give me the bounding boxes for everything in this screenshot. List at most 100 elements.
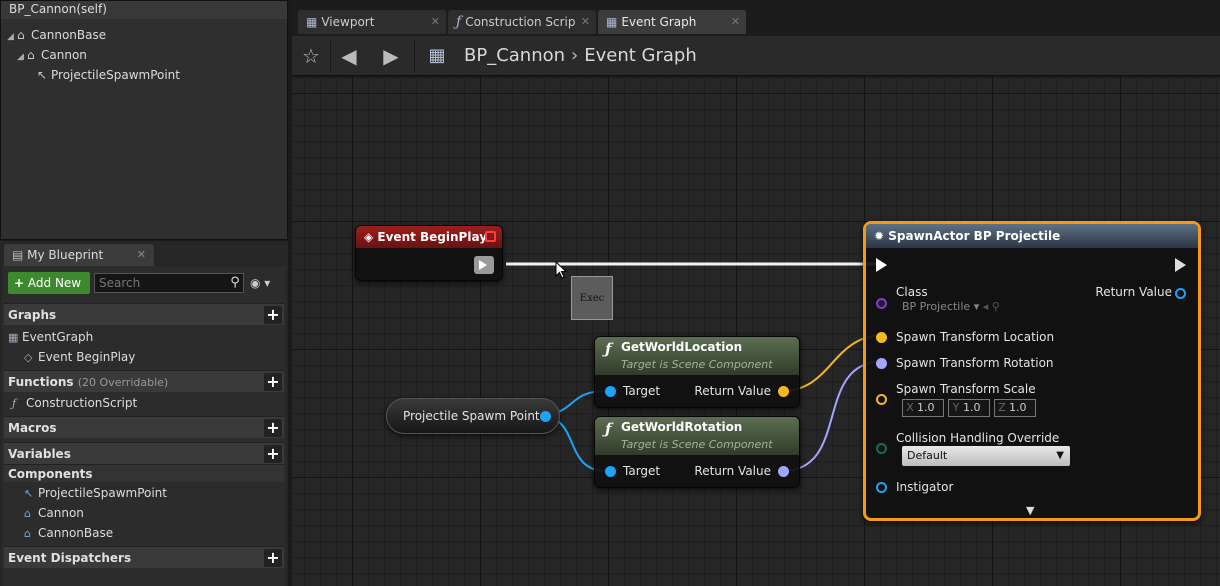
tree-item-cannonbase[interactable]: ◢ ⌂ CannonBase — [7, 25, 106, 45]
expand-advanced-icon[interactable]: ▼ — [1026, 504, 1034, 517]
tree-item-cannon[interactable]: ◢ ⌂ Cannon — [17, 45, 87, 65]
static-mesh-icon: ⌂ — [27, 48, 35, 62]
exec-out-pin[interactable] — [1175, 258, 1186, 272]
node-header[interactable]: ◈ Event BeginPlay — [356, 226, 502, 248]
section-components[interactable]: Components — [4, 464, 284, 482]
node-variable-projectile-spawm-point[interactable]: Projectile Spawm Point — [386, 398, 560, 434]
section-label: Macros — [8, 421, 57, 435]
return-value-pin[interactable] — [1175, 288, 1186, 299]
return-value-pin[interactable] — [778, 386, 789, 397]
variable-label: Projectile Spawm Point — [403, 409, 540, 423]
graph-item-eventgraph[interactable]: ▦ EventGraph — [8, 327, 93, 347]
breadcrumb-blueprint[interactable]: BP_Cannon — [464, 45, 565, 66]
node-title: SpawnActor BP Projectile — [888, 229, 1061, 243]
section-label: Event Dispatchers — [8, 551, 132, 565]
static-mesh-icon: ⌂ — [24, 507, 31, 520]
expand-arrow-icon[interactable]: ◢ — [17, 47, 27, 67]
close-icon[interactable]: ✕ — [581, 10, 590, 34]
spawn-location-pin[interactable] — [876, 332, 887, 343]
component-item-cannon[interactable]: ⌂ Cannon — [24, 503, 84, 523]
class-pin[interactable] — [876, 298, 887, 309]
section-functions[interactable]: Functions (20 Overridable) + — [4, 370, 284, 392]
star-icon[interactable]: ☆ — [298, 44, 324, 68]
breadcrumb-graph[interactable]: Event Graph — [584, 45, 697, 66]
tree-item-label: CannonBase — [31, 28, 107, 42]
section-label: Components — [8, 467, 93, 481]
tree-item-projectilespawmpoint[interactable]: ↖ ProjectileSpawmPoint — [37, 65, 180, 85]
forward-arrow-icon[interactable]: ▶ — [378, 44, 404, 68]
spawn-rotation-pin[interactable] — [876, 358, 887, 369]
return-value-pin[interactable] — [778, 466, 789, 477]
class-picker[interactable]: BP Projectile ▾ ◂ ⚲ — [902, 300, 1000, 313]
scale-y-value: 1.0 — [963, 401, 981, 414]
component-self-row[interactable]: BP_Cannon(self) — [1, 1, 287, 19]
target-pin[interactable] — [605, 466, 616, 477]
add-dispatcher-button[interactable]: + — [264, 549, 282, 567]
graph-canvas[interactable]: ◈ Event BeginPlay Exec ƒ GetWorldLocatio… — [292, 77, 1220, 586]
function-item-constructionscript[interactable]: ƒ ConstructionScript — [12, 393, 137, 413]
add-function-button[interactable]: + — [264, 373, 282, 391]
tree-item-label: Cannon — [41, 48, 87, 62]
tooltip-text: Exec — [579, 293, 605, 304]
tab-label: Viewport — [321, 15, 375, 29]
collision-dropdown[interactable]: Default ▼ — [902, 446, 1070, 466]
toolbar-divider — [414, 40, 415, 72]
components-panel: BP_Cannon(self) ◢ ⌂ CannonBase ◢ ⌂ Cannon ↖ P… — [0, 0, 288, 240]
node-header[interactable]: ƒ GetWorldLocation Target is Scene Compo… — [595, 337, 799, 375]
scale-x-value: 1.0 — [917, 401, 935, 414]
node-subtitle: Target is Scene Component — [621, 438, 773, 451]
exec-in-pin[interactable] — [876, 258, 887, 272]
close-icon[interactable]: ✕ — [137, 244, 146, 266]
add-variable-button[interactable]: + — [264, 445, 282, 463]
toolbar-divider — [330, 40, 331, 72]
tab-label: My Blueprint — [27, 248, 104, 262]
node-header[interactable]: ✹ SpawnActor BP Projectile — [866, 224, 1198, 248]
node-get-world-location[interactable]: ƒ GetWorldLocation Target is Scene Compo… — [594, 336, 800, 408]
arrow-component-icon: ↖ — [24, 487, 34, 500]
tab-viewport[interactable]: ▦ Viewport ✕ — [298, 10, 446, 34]
search-icon[interactable]: ⚲ — [226, 273, 244, 293]
dropdown-value: Default — [907, 449, 948, 462]
instigator-pin[interactable] — [876, 482, 887, 493]
component-item-projectilespawmpoint[interactable]: ↖ ProjectileSpawmPoint — [24, 483, 167, 503]
spawn-scale-pin[interactable] — [876, 394, 887, 405]
add-graph-button[interactable]: + — [264, 306, 282, 324]
section-event-dispatchers[interactable]: Event Dispatchers + — [4, 546, 284, 568]
arrow-component-icon: ↖ — [37, 68, 48, 82]
node-spawn-actor[interactable]: ✹ SpawnActor BP Projectile Class BP Proj… — [863, 221, 1201, 521]
component-item-cannonbase[interactable]: ⌂ CannonBase — [24, 523, 113, 543]
node-header[interactable]: ƒ GetWorldRotation Target is Scene Compo… — [595, 417, 799, 455]
section-macros[interactable]: Macros + — [4, 416, 284, 438]
back-arrow-icon[interactable]: ◀ — [336, 44, 362, 68]
variable-out-pin[interactable] — [540, 411, 551, 422]
graph-item-beginplay[interactable]: ◇ Event BeginPlay — [24, 347, 135, 367]
pin-label: Class — [896, 285, 928, 299]
pin-label: Spawn Transform Location — [896, 330, 1055, 344]
browse-icon[interactable]: ⚲ — [992, 300, 1000, 313]
expand-arrow-icon[interactable]: ◢ — [7, 27, 17, 47]
scale-y-field[interactable]: Y 1.0 — [948, 399, 990, 417]
axis-label: Y — [952, 401, 960, 414]
tab-construction-script[interactable]: ƒ Construction Scrip ✕ — [448, 10, 596, 34]
section-variables[interactable]: Variables + — [4, 442, 284, 464]
collision-pin[interactable] — [876, 443, 887, 454]
add-macro-button[interactable]: + — [264, 419, 282, 437]
search-input[interactable] — [94, 273, 244, 293]
close-icon[interactable]: ✕ — [731, 10, 740, 34]
target-pin[interactable] — [605, 386, 616, 397]
tab-event-graph[interactable]: ▦ Event Graph ✕ — [598, 10, 746, 34]
scale-x-field[interactable]: X 1.0 — [902, 399, 944, 417]
add-new-button[interactable]: + Add New ▼ — [8, 272, 90, 312]
node-get-world-rotation[interactable]: ƒ GetWorldRotation Target is Scene Compo… — [594, 416, 800, 488]
scale-z-field[interactable]: Z 1.0 — [994, 399, 1036, 417]
event-icon: ◇ — [24, 351, 33, 364]
my-blueprint-tab[interactable]: ▤ My Blueprint ✕ — [4, 244, 154, 266]
graph-icon: ▦ — [428, 45, 446, 66]
eye-icon[interactable]: ◉ ▾ — [250, 274, 280, 292]
exec-out-pin[interactable] — [474, 256, 494, 274]
close-icon[interactable]: ✕ — [431, 10, 440, 34]
section-graphs[interactable]: Graphs + — [4, 303, 284, 325]
use-selected-icon[interactable]: ◂ — [983, 300, 989, 313]
my-blueprint-body: + Add New ▼ ⚲ ◉ ▾ Graphs + ▦EventGraph ◇… — [2, 266, 286, 586]
node-event-beginplay[interactable]: ◈ Event BeginPlay — [355, 225, 503, 281]
